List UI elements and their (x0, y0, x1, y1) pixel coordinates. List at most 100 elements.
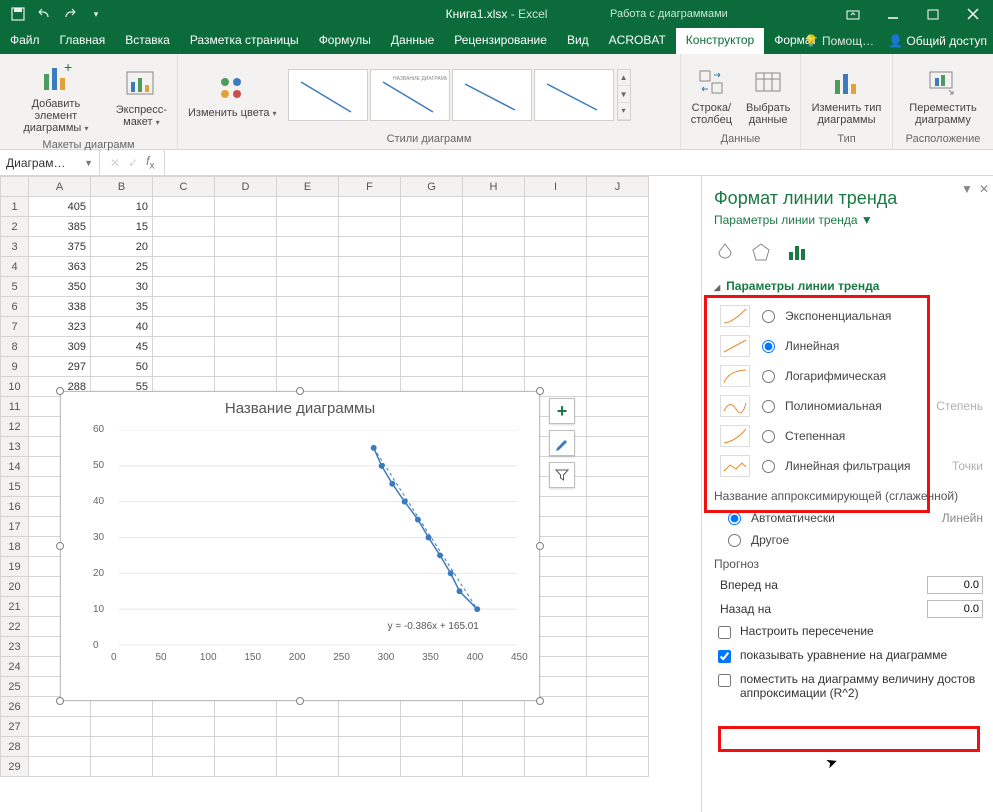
chart-title[interactable]: Название диаграммы (61, 392, 539, 421)
cell[interactable] (401, 257, 463, 277)
cell[interactable]: 25 (91, 257, 153, 277)
cell[interactable] (401, 237, 463, 257)
quick-layout-button[interactable]: Экспресс- макет ▾ (112, 64, 171, 131)
cell[interactable]: 350 (29, 277, 91, 297)
cell[interactable] (463, 357, 525, 377)
cell[interactable] (525, 217, 587, 237)
row-header[interactable]: 22 (1, 617, 29, 637)
cell[interactable] (525, 197, 587, 217)
row-header[interactable]: 12 (1, 417, 29, 437)
cell[interactable] (463, 217, 525, 237)
qat-more-icon[interactable]: ▾ (84, 3, 108, 25)
cell[interactable] (153, 337, 215, 357)
cell[interactable] (587, 437, 649, 457)
cell[interactable] (587, 277, 649, 297)
cell[interactable]: 50 (91, 357, 153, 377)
cell[interactable] (587, 697, 649, 717)
cell[interactable] (153, 277, 215, 297)
cell[interactable] (215, 717, 277, 737)
cell[interactable] (587, 557, 649, 577)
cell[interactable] (463, 237, 525, 257)
cell[interactable] (401, 217, 463, 237)
chart-elements-icon[interactable]: + (549, 398, 575, 424)
cell[interactable]: 338 (29, 297, 91, 317)
ribbon-opts-icon[interactable] (833, 0, 873, 28)
cell[interactable] (401, 357, 463, 377)
cell[interactable] (587, 297, 649, 317)
cell[interactable] (401, 737, 463, 757)
cell[interactable] (587, 597, 649, 617)
forecast-bwd-input[interactable] (927, 600, 983, 618)
cell[interactable] (587, 617, 649, 637)
cell[interactable] (339, 357, 401, 377)
cell[interactable] (277, 717, 339, 737)
row-header[interactable]: 28 (1, 737, 29, 757)
cell[interactable] (153, 257, 215, 277)
row-header[interactable]: 7 (1, 317, 29, 337)
cell[interactable] (525, 277, 587, 297)
cell[interactable] (339, 737, 401, 757)
cell[interactable]: 30 (91, 277, 153, 297)
fx-icon[interactable]: fx (146, 154, 154, 171)
gallery-scroll[interactable]: ▲▼▾ (617, 69, 631, 121)
tab-insert[interactable]: Вставка (115, 28, 180, 54)
cell[interactable] (29, 717, 91, 737)
cell[interactable]: 363 (29, 257, 91, 277)
row-header[interactable]: 9 (1, 357, 29, 377)
tab-design[interactable]: Конструктор (676, 28, 764, 54)
close-icon[interactable] (953, 0, 993, 28)
cell[interactable] (525, 257, 587, 277)
section-trendline-options[interactable]: Параметры линии тренда (714, 279, 983, 293)
col-header[interactable]: J (587, 177, 649, 197)
cell[interactable] (215, 297, 277, 317)
opt-logarithmic[interactable]: Логарифмическая (714, 361, 983, 391)
cell[interactable] (401, 297, 463, 317)
cell[interactable] (215, 757, 277, 777)
cell[interactable] (587, 537, 649, 557)
cell[interactable] (29, 757, 91, 777)
col-header[interactable]: F (339, 177, 401, 197)
cell[interactable] (463, 257, 525, 277)
cell[interactable] (401, 717, 463, 737)
cell[interactable] (215, 237, 277, 257)
cell[interactable] (587, 357, 649, 377)
cancel-fx-icon[interactable]: ✕ (110, 156, 120, 170)
cell[interactable] (215, 357, 277, 377)
row-header[interactable]: 14 (1, 457, 29, 477)
cell[interactable]: 45 (91, 337, 153, 357)
row-header[interactable]: 5 (1, 277, 29, 297)
cell[interactable] (153, 217, 215, 237)
row-header[interactable]: 20 (1, 577, 29, 597)
row-header[interactable]: 8 (1, 337, 29, 357)
cell[interactable] (401, 197, 463, 217)
cell[interactable]: 297 (29, 357, 91, 377)
switch-row-col-button[interactable]: Строка/ столбец (687, 62, 736, 128)
cell[interactable] (587, 457, 649, 477)
cell[interactable] (153, 757, 215, 777)
panel-options-icon[interactable]: ▼ (961, 182, 973, 196)
tab-formulas[interactable]: Формулы (309, 28, 381, 54)
row-header[interactable]: 13 (1, 437, 29, 457)
cell[interactable] (215, 337, 277, 357)
cell[interactable] (91, 737, 153, 757)
cell[interactable] (339, 217, 401, 237)
cell[interactable] (153, 717, 215, 737)
row-header[interactable]: 3 (1, 237, 29, 257)
name-box[interactable]: Диаграм…▼ (0, 150, 100, 175)
cell[interactable] (91, 717, 153, 737)
col-header[interactable]: I (525, 177, 587, 197)
show-r-squared[interactable]: поместить на диаграмму величину достов а… (714, 669, 983, 703)
cell[interactable]: 309 (29, 337, 91, 357)
cell[interactable] (401, 317, 463, 337)
cell[interactable] (339, 337, 401, 357)
opt-linear[interactable]: Линейная (714, 331, 983, 361)
save-icon[interactable] (6, 3, 30, 25)
cell[interactable]: 20 (91, 237, 153, 257)
effects-icon[interactable] (750, 241, 772, 263)
cell[interactable] (277, 237, 339, 257)
row-header[interactable]: 11 (1, 397, 29, 417)
cell[interactable] (525, 717, 587, 737)
tell-me[interactable]: 💡 Помощ… (804, 34, 874, 48)
cell[interactable] (339, 197, 401, 217)
cell[interactable] (277, 757, 339, 777)
